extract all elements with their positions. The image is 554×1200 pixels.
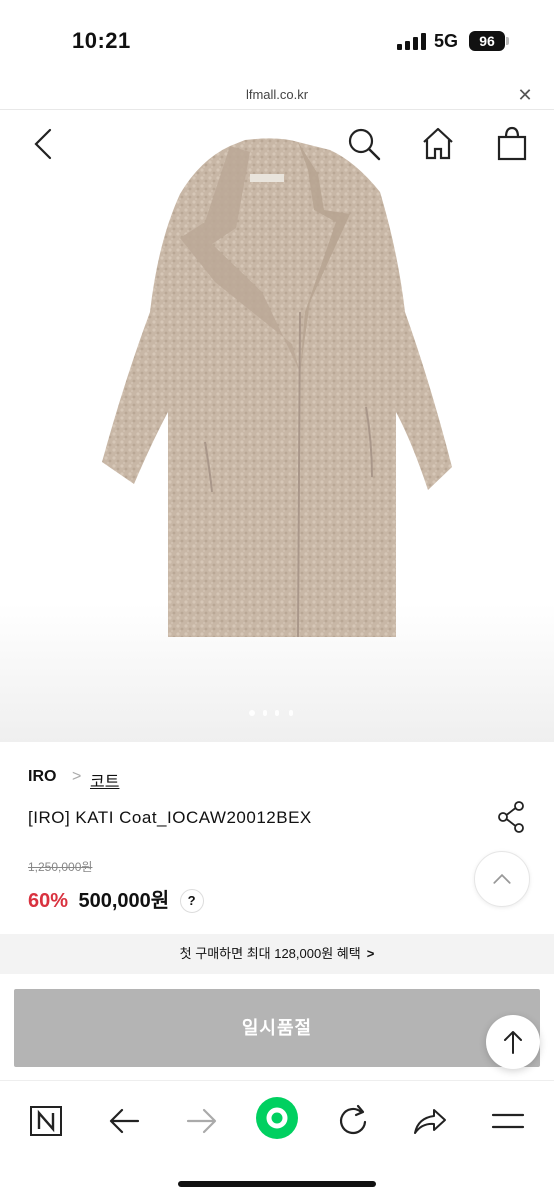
gallery-dot[interactable]	[263, 710, 267, 716]
chevron-up-button[interactable]	[474, 851, 530, 907]
sale-price: 500,000원	[78, 890, 170, 912]
gallery-dot-active[interactable]	[249, 710, 255, 716]
first-purchase-promo-banner[interactable]: 첫 구매하면 최대 128,000원 혜택 >	[0, 934, 554, 974]
product-nav-header	[0, 112, 554, 174]
battery-level: 96	[469, 31, 505, 51]
battery-tip	[506, 37, 509, 45]
breadcrumb-brand[interactable]: IRO	[28, 768, 56, 786]
gallery-dot[interactable]	[275, 710, 279, 716]
url-domain[interactable]: lfmall.co.kr	[0, 87, 554, 102]
back-icon[interactable]	[24, 124, 64, 164]
green-dot-icon[interactable]	[254, 1095, 300, 1141]
signal-strength-icon	[397, 33, 427, 50]
gallery-dot[interactable]	[289, 710, 293, 716]
breadcrumb-category[interactable]: 코트	[90, 768, 119, 792]
original-price: 1,250,000원	[28, 860, 93, 874]
price-row: 60% 500,000원 ?	[28, 884, 204, 913]
share-arrow-icon[interactable]	[410, 1101, 450, 1141]
product-image-gallery[interactable]	[0, 112, 554, 742]
url-bar[interactable]: lfmall.co.kr ✕	[0, 80, 554, 110]
soldout-button[interactable]: 일시품절	[14, 989, 540, 1067]
forward-arrow-icon[interactable]	[182, 1101, 222, 1141]
coat-product-image	[102, 138, 452, 638]
home-icon[interactable]	[418, 124, 458, 164]
price-help-button[interactable]: ?	[179, 889, 204, 913]
chevron-right-icon: >	[366, 946, 375, 961]
home-indicator[interactable]	[178, 1181, 376, 1187]
network-type: 5G	[434, 31, 459, 51]
naver-icon[interactable]	[26, 1101, 66, 1141]
chevron-right-icon: >	[72, 768, 82, 785]
menu-icon[interactable]	[488, 1101, 528, 1141]
close-icon[interactable]: ✕	[515, 85, 535, 106]
shopping-bag-icon[interactable]	[492, 124, 532, 164]
refresh-icon[interactable]	[334, 1101, 374, 1141]
scroll-to-top-button[interactable]	[486, 1015, 540, 1069]
search-icon[interactable]	[344, 124, 384, 164]
status-bar: 10:21 5G 96	[0, 0, 554, 80]
back-arrow-icon[interactable]	[104, 1101, 144, 1141]
share-icon[interactable]	[496, 800, 526, 834]
status-time: 10:21	[72, 28, 131, 53]
discount-rate: 60%	[28, 890, 69, 912]
promo-text: 첫 구매하면 최대 128,000원 혜택	[179, 946, 361, 961]
product-name: [IRO] KATI Coat_IOCAW20012BEX	[28, 808, 312, 827]
